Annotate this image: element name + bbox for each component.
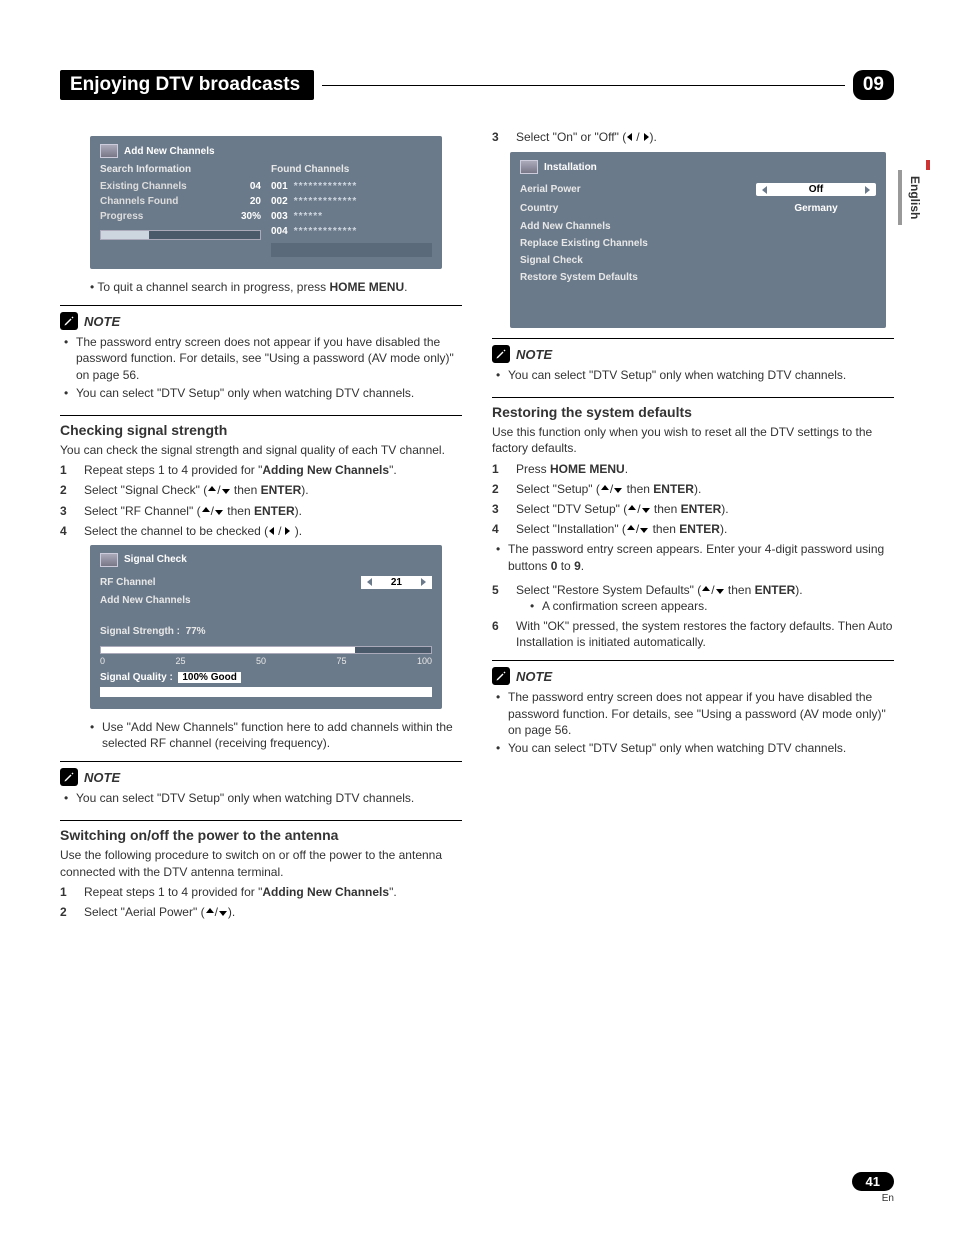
checking-intro: You can check the signal strength and si… [60,442,462,458]
pencil-icon [60,768,78,786]
pencil-icon [492,667,510,685]
tv-icon [100,144,118,158]
search-info-label: Search Information [100,164,261,175]
up-arrow-icon [701,585,711,595]
chapter-header: Enjoying DTV broadcasts 09 [60,70,894,100]
found-channels-label: Found Channels [271,164,432,175]
quit-note: • To quit a channel search in progress, … [90,279,462,295]
restore-steps: 1Press HOME MENU. 2Select "Setup" (/ the… [492,461,894,538]
antenna-heading: Switching on/off the power to the antenn… [60,820,462,843]
note-4-list: The password entry screen does not appea… [492,689,894,756]
country-value: Germany [756,202,876,215]
note-3-list: You can select "DTV Setup" only when wat… [492,367,894,383]
up-arrow-icon [627,504,637,514]
note-header-1: NOTE [60,305,462,330]
osd-title: Installation [544,162,597,173]
up-arrow-icon [626,524,636,534]
signal-strength-bar [100,646,432,654]
right-column: 3 Select "On" or "Off" (/). Installation… [492,130,894,924]
up-arrow-icon [600,484,610,494]
left-arrow-icon [626,132,636,142]
down-arrow-icon [613,484,623,494]
right-arrow-icon [281,526,291,536]
tv-icon [100,553,118,567]
language-tab: English [898,170,924,225]
pencil-icon [60,312,78,330]
progress-bar [100,230,261,240]
note-2-list: You can select "DTV Setup" only when wat… [60,790,462,806]
restore-heading: Restoring the system defaults [492,397,894,420]
antenna-steps: 1Repeat steps 1 to 4 provided for "Addin… [60,884,462,920]
down-arrow-icon [221,485,231,495]
left-column: Add New Channels Search Information Exis… [60,130,462,924]
osd-title: Signal Check [124,554,187,565]
up-arrow-icon [205,907,215,917]
osd-add-channels: Add New Channels Search Information Exis… [90,136,442,269]
restore-step5: 5Select "Restore System Defaults" (/ the… [492,582,894,651]
down-arrow-icon [639,524,649,534]
after-signal-list: Use "Add New Channels" function here to … [86,719,462,751]
tv-icon [520,160,538,174]
chapter-title: Enjoying DTV broadcasts [60,70,314,100]
pencil-icon [492,345,510,363]
osd-title: Add New Channels [124,146,215,157]
osd-signal-check: Signal Check RF Channel 21 Add New Chann… [90,545,442,709]
chapter-number: 09 [853,70,894,100]
osd-installation: Installation Aerial Power Off Country Ge… [510,152,886,328]
up-arrow-icon [201,506,211,516]
antenna-intro: Use the following procedure to switch on… [60,847,462,879]
right-arrow-icon [640,132,650,142]
checking-steps: 1Repeat steps 1 to 4 provided for "Addin… [60,462,462,539]
note-header-2: NOTE [60,761,462,786]
page-lang: En [852,1193,894,1204]
page-number: 41 [852,1172,894,1191]
checking-heading: Checking signal strength [60,415,462,438]
page-footer: 41 En [852,1172,894,1204]
down-arrow-icon [218,907,228,917]
rf-channel-value: 21 [361,576,432,589]
aerial-power-selector: Off [756,183,876,196]
up-arrow-icon [207,485,217,495]
right-step3: 3 Select "On" or "Off" (/). [492,130,894,144]
left-arrow-icon [268,526,278,536]
note-header-3: NOTE [492,338,894,363]
signal-quality-bar [100,687,432,697]
header-rule [322,85,845,86]
down-arrow-icon [214,506,224,516]
note-header-4: NOTE [492,660,894,685]
down-arrow-icon [715,585,725,595]
restore-after4: The password entry screen appears. Enter… [492,541,894,573]
down-arrow-icon [641,504,651,514]
restore-intro: Use this function only when you wish to … [492,424,894,456]
note-1-list: The password entry screen does not appea… [60,334,462,401]
